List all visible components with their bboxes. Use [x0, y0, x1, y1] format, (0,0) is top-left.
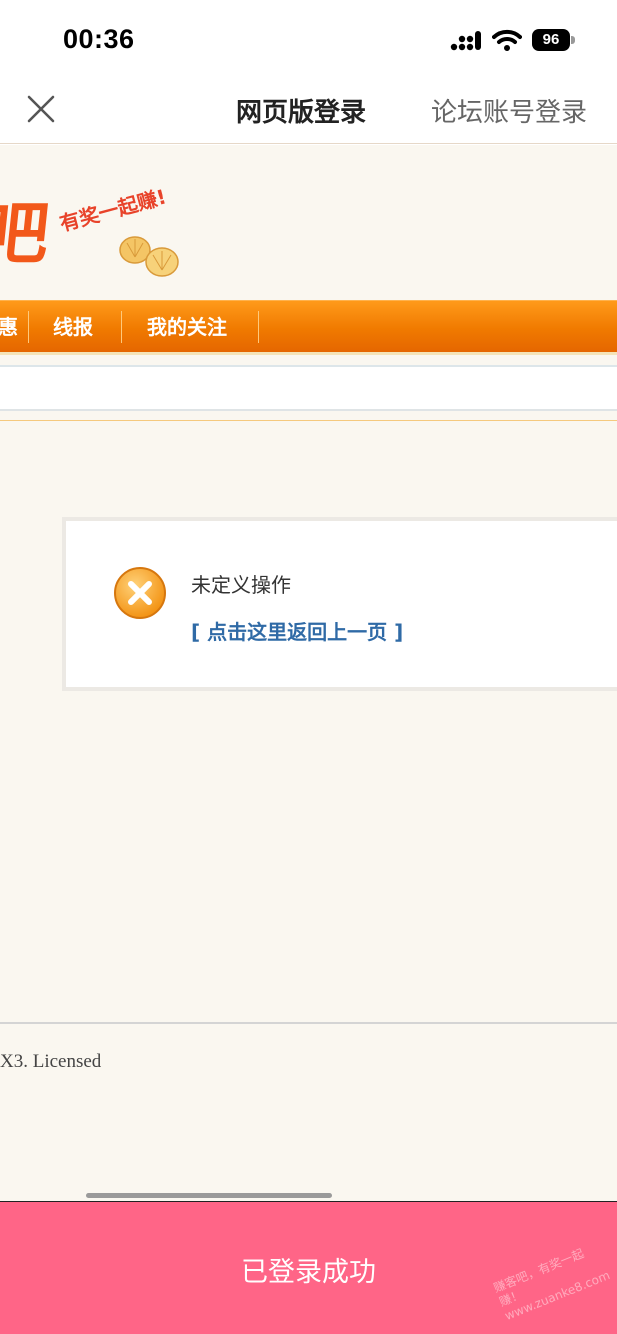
sub-bar — [0, 365, 617, 411]
close-icon[interactable] — [22, 90, 60, 128]
status-bar: 00:36 96 — [0, 0, 617, 80]
site-slogan: 有奖一起赚! — [57, 184, 169, 235]
signal-icon — [450, 31, 481, 51]
nav-item-xianbao[interactable]: 线报 — [53, 301, 93, 353]
status-time: 00:36 — [63, 24, 135, 54]
page-title: 网页版登录 — [236, 98, 367, 128]
nav-header: 网页版登录 论坛账号登录 — [0, 80, 617, 144]
message-box: 未定义操作 [ 点击这里返回上一页 ] — [62, 517, 617, 691]
nav-item-my-follows[interactable]: 我的关注 — [147, 301, 227, 353]
forum-login-link[interactable]: 论坛账号登录 — [431, 92, 587, 129]
web-content: 吧 有奖一起赚! 惠 线报 我的关注 未定义操作 [点击这里返回上一页] X… — [0, 145, 617, 1201]
content-divider — [0, 420, 617, 421]
logo-char: 吧 — [0, 195, 53, 274]
error-message: 未定义操作 — [191, 573, 291, 597]
nav-underline — [0, 352, 617, 355]
footer-license-text: X3. Licensed — [0, 1051, 102, 1072]
battery-icon: 96 — [532, 29, 576, 51]
scroll-indicator[interactable] — [86, 1193, 332, 1198]
battery-level: 96 — [542, 31, 560, 48]
error-icon — [114, 567, 166, 619]
site-logo[interactable]: 吧 有奖一起赚! — [0, 145, 230, 295]
shell-icon — [119, 236, 179, 277]
nav-item-deals[interactable]: 惠 — [0, 301, 18, 353]
back-link[interactable]: [ 点击这里返回上一页 ] — [191, 616, 403, 645]
site-nav-bar: 惠 线报 我的关注 — [0, 300, 617, 352]
login-success-bar[interactable]: 已登录成功 赚客吧，有奖一起赚！ www.zuanke8.com — [0, 1202, 617, 1334]
wifi-icon — [492, 29, 522, 51]
footer-divider — [0, 1022, 617, 1024]
